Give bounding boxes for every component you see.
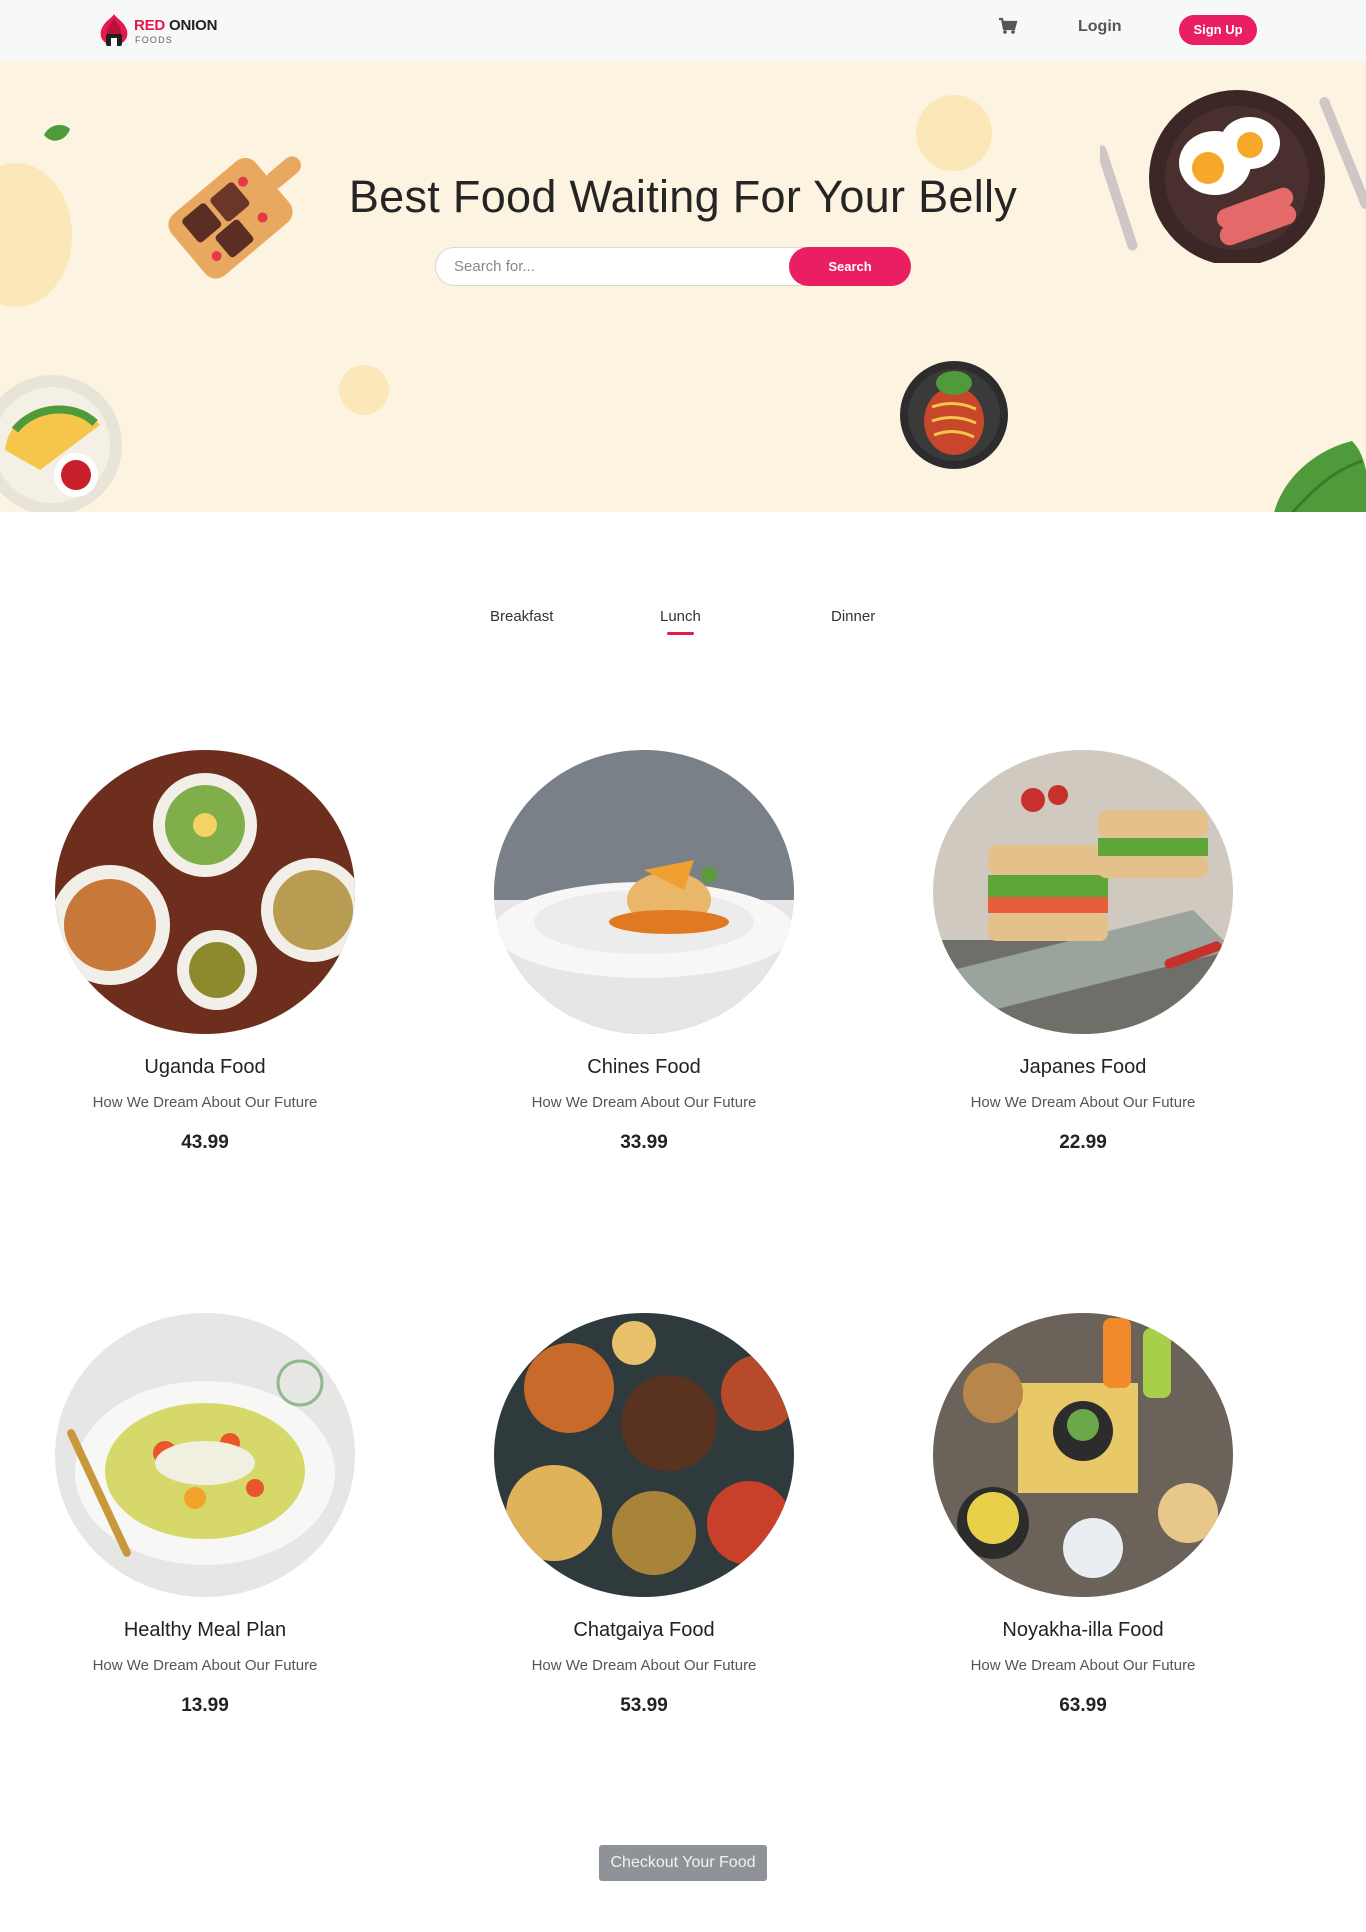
food-desc: How We Dream About Our Future [970,1094,1196,1111]
meal-tabs: Breakfast Lunch Dinner [0,608,1366,648]
food-image[interactable] [494,750,794,1034]
food-price: 22.99 [1059,1132,1107,1153]
food-desc: How We Dream About Our Future [531,1657,757,1674]
food-name: Healthy Meal Plan [123,1619,287,1641]
food-name: Uganda Food [144,1056,266,1078]
food-image[interactable] [933,750,1233,1034]
signup-button[interactable]: Sign Up [1179,15,1257,45]
food-image[interactable] [55,750,355,1034]
food-image[interactable] [55,1313,355,1597]
food-desc: How We Dream About Our Future [92,1657,318,1674]
food-desc: How We Dream About Our Future [92,1094,318,1111]
brand-logo[interactable]: RED ONION FOODS [97,12,227,52]
cart-icon[interactable] [998,17,1020,37]
decor-circle [339,365,389,415]
food-name: Noyakha-illa Food [1002,1619,1164,1641]
decor-circle [916,95,992,171]
taco-plate-icon [0,375,122,512]
tab-lunch[interactable]: Lunch [660,608,701,635]
food-price: 53.99 [620,1695,668,1716]
leaf-icon [44,125,70,141]
search-box: Search [435,247,911,286]
food-image[interactable] [933,1313,1233,1597]
search-button[interactable]: Search [789,247,911,286]
food-desc: How We Dream About Our Future [531,1094,757,1111]
onion-logo-icon [100,14,128,46]
food-price: 63.99 [1059,1695,1107,1716]
food-name: Chines Food [587,1056,701,1078]
hero-title: Best Food Waiting For Your Belly [348,171,1018,222]
brand-sub: FOODS [135,35,174,45]
food-price: 43.99 [181,1132,229,1153]
food-desc: How We Dream About Our Future [970,1657,1196,1674]
brand-name: RED ONION [134,17,218,34]
lettuce-leaf-icon [1274,441,1366,512]
food-price: 13.99 [181,1695,229,1716]
search-input[interactable] [435,247,819,286]
food-image[interactable] [494,1313,794,1597]
tab-dinner[interactable]: Dinner [831,608,875,625]
navbar: RED ONION FOODS Login Sign Up [0,0,1366,61]
tab-breakfast[interactable]: Breakfast [490,608,553,625]
checkout-button[interactable]: Checkout Your Food [599,1845,767,1881]
food-price: 33.99 [620,1132,668,1153]
login-link[interactable]: Login [1078,18,1122,36]
food-name: Chatgaiya Food [573,1619,715,1641]
hero-banner: Best Food Waiting For Your Belly Search [0,61,1366,512]
food-name: Japanes Food [1019,1056,1147,1078]
food-bowl-icon [900,361,1008,469]
